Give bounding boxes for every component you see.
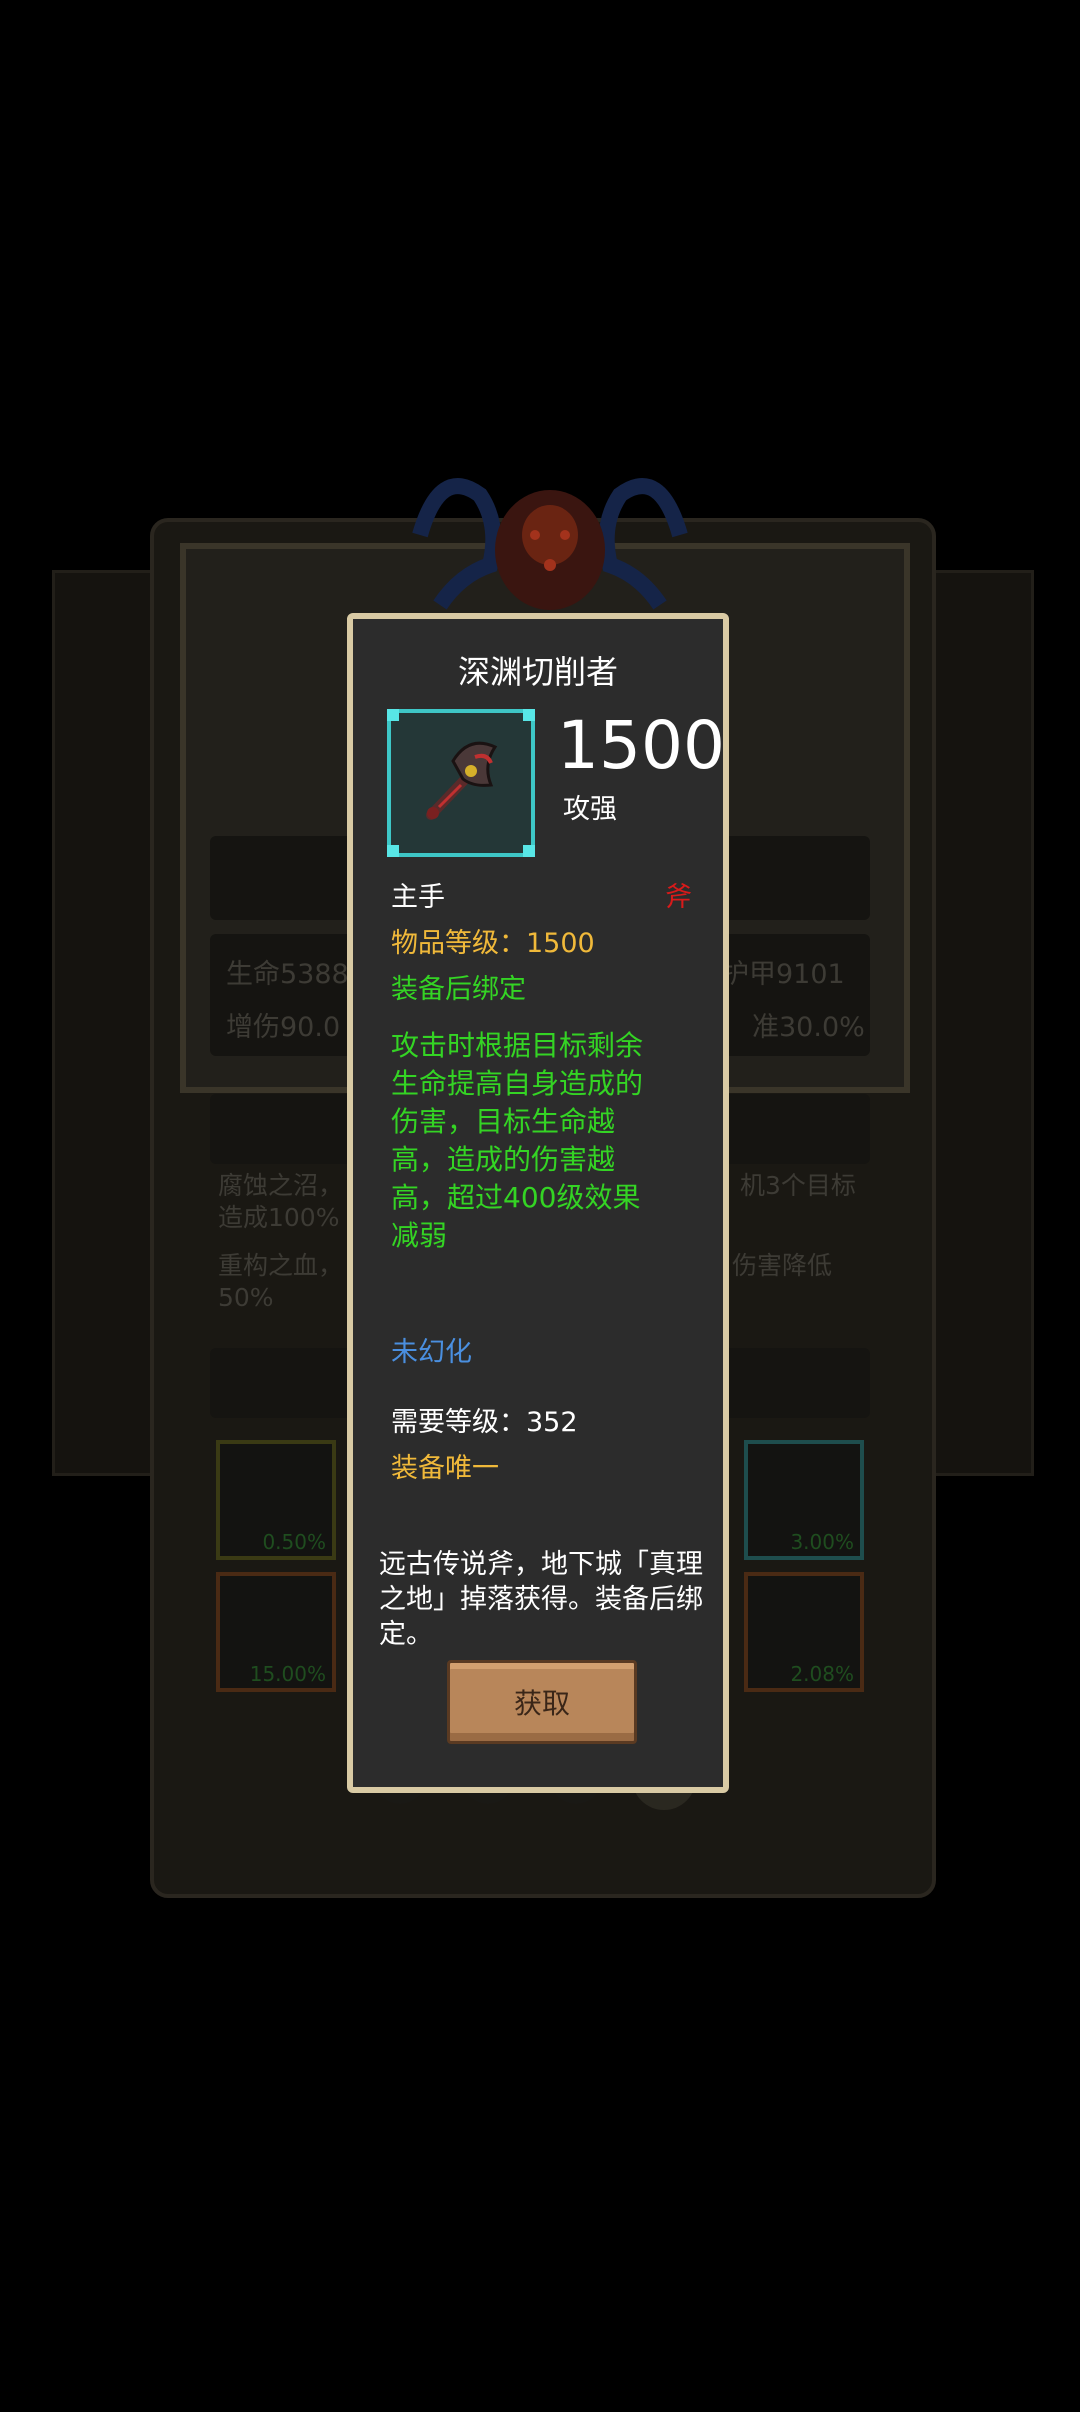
background-desc: 重构之血， [218,1251,344,1280]
item-lore-text: 远古传说斧，地下城「真理之地」掉落获得。装备后绑定。 [379,1549,703,1650]
item-icon-frame [387,709,535,857]
unique-label: 装备唯一 [391,1453,499,1484]
get-button[interactable]: 获取 [447,1660,637,1744]
weapon-type-label: 斧 [665,882,692,913]
background-stat: 生命5388 [226,959,349,990]
background-equip-slot[interactable]: 3.00% [744,1440,864,1560]
power-label: 攻强 [563,794,617,825]
item-tooltip: 深渊切削者 1500 攻强 主手 斧 物品等级：1500 装备后绑定 攻击时根据… [347,613,729,1793]
axe-icon [426,741,498,820]
background-stat: 护甲9101 [722,959,845,990]
item-effect-text: 攻击时根据目标剩余生命提高自身造成的伤害，目标生命越高，造成的伤害越高，超过40… [391,1029,644,1252]
equip-slot-label: 主手 [391,882,445,913]
item-name: 深渊切削者 [457,653,618,691]
background-equip-slot[interactable]: 0.50% [216,1440,336,1560]
boss-monster-image [412,478,688,610]
background-equip-slot[interactable]: 2.08% [744,1572,864,1692]
illusion-status: 未幻化 [391,1337,472,1368]
required-level: 需要等级：352 [391,1407,578,1438]
background-stat: 准30.0% [752,1012,865,1043]
background-desc: 造成100% [218,1203,340,1232]
background-stat: 增伤90.0 [226,1012,341,1043]
background-desc: 腐蚀之沼， [218,1171,344,1200]
background-desc: 伤害降低 [732,1251,833,1280]
item-level: 物品等级：1500 [391,928,595,959]
power-value: 1500 [557,707,725,784]
bind-rule: 装备后绑定 [391,974,526,1005]
background-desc: 50% [218,1283,274,1312]
background-equip-slot[interactable]: 15.00% [216,1572,336,1692]
background-desc: 机3个目标 [740,1171,856,1200]
